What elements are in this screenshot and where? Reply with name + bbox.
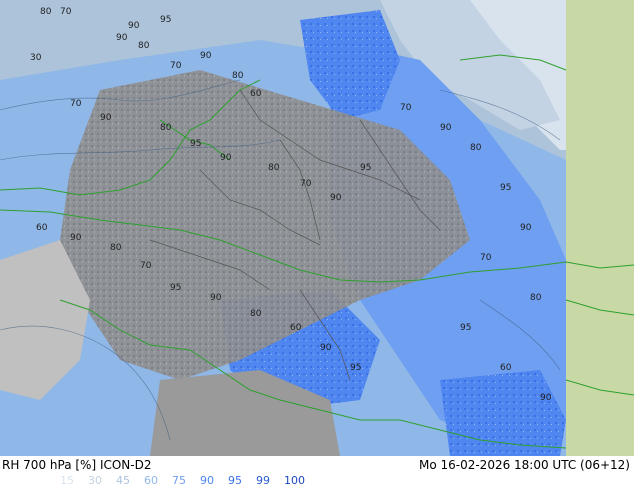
contour-label: 90 <box>440 123 452 133</box>
green-region-east <box>566 0 634 456</box>
contour-label: 70 <box>170 61 182 71</box>
contour-label: 90 <box>128 21 140 31</box>
legend-value: 99 <box>256 474 270 487</box>
contour-label: 80 <box>160 123 172 133</box>
contour-label: 95 <box>160 15 171 25</box>
contour-label: 70 <box>70 99 82 109</box>
contour-label: 95 <box>190 139 201 149</box>
legend-value: 30 <box>88 474 102 487</box>
contour-label: 60 <box>290 323 302 333</box>
contour-label: 70 <box>60 7 72 17</box>
contour-label: 95 <box>170 283 181 293</box>
map-footer: RH 700 hPa [%] ICON-D2 Mo 16-02-2026 18:… <box>0 456 634 490</box>
forecast-datetime: Mo 16-02-2026 18:00 UTC (06+12) <box>418 458 630 472</box>
legend-value: 100 <box>284 474 305 487</box>
rh-700hpa-map: 80 70 90 95 90 80 70 90 80 60 30 70 90 80 95 90 80 70 90 95… <box>0 0 634 456</box>
legend-value: 95 <box>228 474 242 487</box>
contour-label: 60 <box>36 223 48 233</box>
contour-label: 70 <box>140 261 152 271</box>
contour-label: 70 <box>300 179 312 189</box>
contour-label: 90 <box>320 343 332 353</box>
contour-label: 80 <box>250 309 262 319</box>
contour-label: 90 <box>540 393 552 403</box>
contour-label: 80 <box>232 71 244 81</box>
contour-label: 60 <box>500 363 512 373</box>
contour-label: 90 <box>520 223 532 233</box>
contour-label: 70 <box>400 103 412 113</box>
contour-label: 80 <box>530 293 542 303</box>
contour-label: 90 <box>200 51 212 61</box>
map-title: RH 700 hPa [%] ICON-D2 <box>2 458 152 472</box>
contour-label: 80 <box>470 143 482 153</box>
contour-label: 95 <box>500 183 511 193</box>
contour-label: 95 <box>360 163 371 173</box>
contour-label: 80 <box>138 41 150 51</box>
legend-value: 15 <box>60 474 74 487</box>
contour-label: 70 <box>480 253 492 263</box>
contour-label: 95 <box>350 363 361 373</box>
contour-label: 80 <box>110 243 122 253</box>
contour-label: 90 <box>210 293 222 303</box>
legend-value: 75 <box>172 474 186 487</box>
contour-label: 60 <box>250 89 262 99</box>
contour-label: 95 <box>460 323 471 333</box>
contour-label: 80 <box>268 163 280 173</box>
contour-label: 80 <box>40 7 52 17</box>
legend-value: 45 <box>116 474 130 487</box>
contour-label: 90 <box>116 33 128 43</box>
contour-label: 90 <box>100 113 112 123</box>
contour-label: 90 <box>70 233 82 243</box>
contour-label: 30 <box>30 53 42 63</box>
contour-label: 90 <box>220 153 232 163</box>
color-legend: 15 30 45 60 75 90 95 99 100 <box>60 474 319 488</box>
map-svg: 80 70 90 95 90 80 70 90 80 60 30 70 90 80 95 90 80 70 90 95… <box>0 0 634 456</box>
contour-label: 90 <box>330 193 342 203</box>
legend-value: 60 <box>144 474 158 487</box>
legend-value: 90 <box>200 474 214 487</box>
